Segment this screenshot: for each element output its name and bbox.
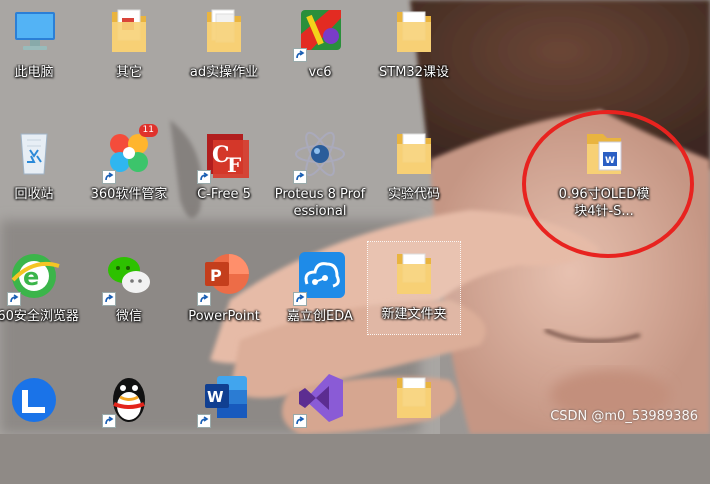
360-housekeeper-icon: 11: [98, 124, 160, 184]
desktop-icon-label: 回收站: [14, 187, 54, 202]
svg-text:F: F: [227, 153, 241, 177]
desktop-icon-blue-app[interactable]: [0, 366, 82, 484]
shortcut-arrow-icon: [7, 292, 21, 306]
desktop-icon-label: 嘉立创EDA: [287, 309, 353, 324]
shortcut-arrow-icon: [293, 414, 307, 428]
qq-icon: [98, 370, 160, 428]
desktop-icon-label: 实验代码: [387, 187, 440, 202]
desktop-icon-word[interactable]: W: [176, 366, 272, 484]
recycle-bin-icon: [3, 126, 65, 182]
desktop-icon-proteus[interactable]: Proteus 8 Professional: [272, 122, 368, 240]
annotation-circle: [522, 110, 694, 258]
folder-icon: [383, 246, 445, 302]
shortcut-arrow-icon: [293, 48, 307, 62]
svg-text:P: P: [210, 266, 222, 285]
shortcut-arrow-icon: [293, 292, 307, 306]
desktop-icon-other[interactable]: 其它: [81, 0, 177, 118]
desktop-icon-vc6[interactable]: vc6: [272, 0, 368, 118]
desktop-icon-this-pc[interactable]: 此电脑: [0, 0, 82, 118]
desktop-icon-label: 其它: [115, 65, 142, 80]
desktop-icon-360-housekeeper[interactable]: 11 360软件管家: [81, 122, 177, 240]
desktop-icon-stm32[interactable]: STM32课设: [366, 0, 462, 118]
desktop-icon-label: Proteus 8 Professional: [274, 187, 366, 219]
cfree-app-icon: C F: [193, 126, 255, 184]
desktop-icon-label: 360安全浏览器: [0, 309, 79, 324]
desktop-icon-label: 新建文件夹: [381, 307, 447, 322]
desktop-icon-360-browser[interactable]: e 360安全浏览器: [0, 244, 82, 362]
desktop-icon-jlc-eda[interactable]: 嘉立创EDA: [272, 244, 368, 362]
folder-icon: [98, 4, 160, 60]
shortcut-arrow-icon: [197, 170, 211, 184]
notification-badge: 11: [138, 124, 158, 137]
shortcut-arrow-icon: [197, 414, 211, 428]
desktop-icon-folder-bottom[interactable]: [366, 366, 462, 484]
blue-app-icon: [3, 370, 65, 426]
desktop-icon-ad-homework[interactable]: ad实操作业: [176, 0, 272, 118]
desktop-icon-label: 360软件管家: [90, 187, 168, 202]
desktop-icon-label: C-Free 5: [197, 187, 251, 202]
shortcut-arrow-icon: [102, 414, 116, 428]
computer-icon: [3, 4, 65, 60]
desktop-icon-qq[interactable]: [81, 366, 177, 484]
word-icon: W: [193, 370, 255, 428]
folder-icon: [383, 4, 445, 60]
shortcut-arrow-icon: [102, 170, 116, 184]
folder-icon: [193, 4, 255, 60]
desktop-icon-label: 此电脑: [14, 65, 54, 80]
360-browser-icon: e: [3, 248, 65, 306]
shortcut-arrow-icon: [293, 170, 307, 184]
desktop-icon-label: vc6: [308, 65, 332, 80]
desktop-icon-wechat[interactable]: 微信: [81, 244, 177, 362]
proteus-app-icon: [289, 126, 351, 184]
desktop-icon-label: 微信: [115, 309, 142, 324]
desktop-icon-cfree[interactable]: C F C-Free 5: [176, 122, 272, 240]
powerpoint-icon: P: [193, 248, 255, 306]
jlc-eda-icon: [289, 248, 351, 306]
desktop-icon-label: PowerPoint: [188, 309, 260, 324]
folder-icon: [383, 370, 445, 426]
desktop-icon-powerpoint[interactable]: P PowerPoint: [176, 244, 272, 362]
desktop-icon-label: ad实操作业: [189, 65, 259, 80]
desktop-icon-lab-code[interactable]: 实验代码: [366, 122, 462, 240]
desktop-icon-recycle-bin[interactable]: 回收站: [0, 122, 82, 240]
folder-icon: [383, 126, 445, 182]
watermark-text: CSDN @m0_53989386: [550, 409, 698, 424]
vc6-app-icon: [289, 4, 351, 62]
visual-studio-icon: [289, 370, 351, 428]
shortcut-arrow-icon: [102, 292, 116, 306]
desktop-icon-visual-studio[interactable]: [272, 366, 368, 484]
desktop-icon-label: STM32课设: [379, 65, 449, 80]
shortcut-arrow-icon: [197, 292, 211, 306]
wechat-icon: [98, 248, 160, 306]
svg-text:W: W: [207, 388, 224, 406]
desktop-icon-new-folder[interactable]: 新建文件夹: [367, 241, 461, 335]
